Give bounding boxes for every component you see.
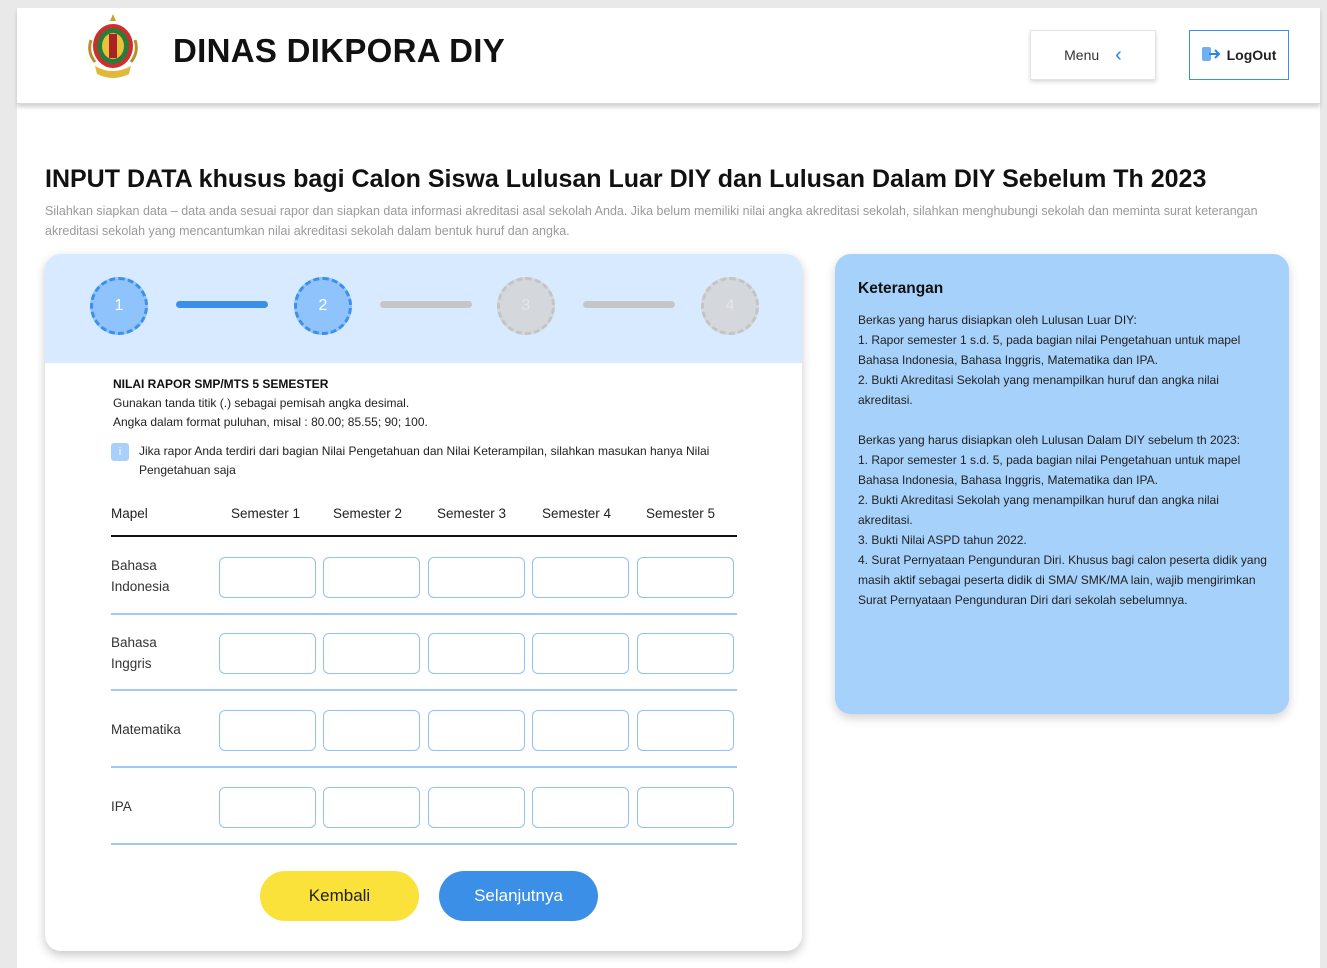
grade-input[interactable] xyxy=(219,710,316,751)
chevron-left-icon: ‹ xyxy=(1115,44,1122,66)
grade-input[interactable] xyxy=(428,633,525,674)
step-3-indicator: 3 xyxy=(497,277,555,335)
header-bar: DINAS DIKPORA DIY Menu ‹ LogOut xyxy=(17,8,1320,104)
keterangan-item: 2. Bukti Akreditasi Sekolah yang menampi… xyxy=(858,493,1219,527)
grade-input[interactable] xyxy=(323,633,420,674)
back-button[interactable]: Kembali xyxy=(260,871,419,921)
menu-label: Menu xyxy=(1064,47,1100,63)
table-row: Bahasa Inggris xyxy=(111,615,737,691)
grade-input[interactable] xyxy=(323,557,420,598)
column-header-semester-4: Semester 4 xyxy=(542,506,612,521)
grades-table-header: Mapel Semester 1 Semester 2 Semester 3 S… xyxy=(111,504,737,537)
grade-input[interactable] xyxy=(323,710,420,751)
step-1-indicator: 1 xyxy=(90,277,148,335)
keterangan-item: 1. Rapor semester 1 s.d. 5, pada bagian … xyxy=(858,333,1241,367)
keterangan-item: 3. Bukti Nilai ASPD tahun 2022. xyxy=(858,533,1027,547)
grade-input[interactable] xyxy=(637,557,734,598)
grade-input[interactable] xyxy=(428,557,525,598)
grade-input[interactable] xyxy=(428,787,525,828)
table-row: Bahasa Indonesia xyxy=(111,539,737,615)
mapel-label-line: Bahasa xyxy=(111,558,157,573)
column-header-semester-3: Semester 3 xyxy=(437,506,507,521)
mapel-label-line: Indonesia xyxy=(111,579,170,594)
step-connector-3 xyxy=(583,301,675,308)
info-note: i Jika rapor Anda terdiri dari bagian Ni… xyxy=(111,442,711,480)
grade-input[interactable] xyxy=(637,633,734,674)
grade-input[interactable] xyxy=(532,787,629,828)
grade-input[interactable] xyxy=(637,787,734,828)
step-4-indicator: 4 xyxy=(701,277,759,335)
grade-input[interactable] xyxy=(219,557,316,598)
table-row: Matematika xyxy=(111,692,737,768)
column-header-semester-5: Semester 5 xyxy=(646,506,716,521)
brand-title: DINAS DIKPORA DIY xyxy=(173,32,506,69)
mapel-label: Bahasa Indonesia xyxy=(111,555,211,597)
keterangan-title: Keterangan xyxy=(858,280,944,297)
mapel-label: IPA xyxy=(111,796,211,817)
mapel-label-line: IPA xyxy=(111,799,132,814)
grade-input[interactable] xyxy=(637,710,734,751)
logout-label: LogOut xyxy=(1226,47,1277,63)
grade-input[interactable] xyxy=(219,787,316,828)
keterangan-panel: Keterangan Berkas yang harus disiapkan o… xyxy=(835,254,1289,714)
grade-input[interactable] xyxy=(532,557,629,598)
step-connector-1 xyxy=(176,301,268,308)
column-header-semester-1: Semester 1 xyxy=(231,506,301,521)
mapel-label-line: Inggris xyxy=(111,656,152,671)
page: DINAS DIKPORA DIY Menu ‹ LogOut INPUT DA… xyxy=(17,8,1320,968)
form-hint-decimal: Gunakan tanda titik (.) sebagai pemisah … xyxy=(113,396,410,410)
dikpora-logo xyxy=(83,12,143,84)
grade-input[interactable] xyxy=(532,633,629,674)
grade-input[interactable] xyxy=(428,710,525,751)
grade-input[interactable] xyxy=(219,633,316,674)
menu-button[interactable]: Menu ‹ xyxy=(1030,30,1156,80)
grade-input[interactable] xyxy=(532,710,629,751)
keterangan-item: 4. Surat Pernyataan Pengunduran Diri. Kh… xyxy=(858,553,1267,607)
form-heading: NILAI RAPOR SMP/MTS 5 SEMESTER xyxy=(113,377,329,391)
step-2-indicator: 2 xyxy=(294,277,352,335)
mapel-label-line: Matematika xyxy=(111,722,181,737)
keterangan-item: 1. Rapor semester 1 s.d. 5, pada bagian … xyxy=(858,453,1241,487)
mapel-label-line: Bahasa xyxy=(111,635,157,650)
column-header-mapel: Mapel xyxy=(111,506,148,521)
next-button[interactable]: Selanjutnya xyxy=(439,871,598,921)
mapel-label: Bahasa Inggris xyxy=(111,632,211,674)
step-connector-2 xyxy=(380,301,472,308)
info-note-text: Jika rapor Anda terdiri dari bagian Nila… xyxy=(139,444,710,477)
form-hint-format: Angka dalam format puluhan, misal : 80.0… xyxy=(113,415,428,429)
form-instructions: NILAI RAPOR SMP/MTS 5 SEMESTER Gunakan t… xyxy=(113,375,428,432)
grade-input[interactable] xyxy=(323,787,420,828)
form-card: 1 2 3 4 NILAI RAPOR SMP/MTS 5 SEMESTER G… xyxy=(45,254,802,951)
page-title: INPUT DATA khusus bagi Calon Siswa Lulus… xyxy=(45,165,1207,193)
keterangan-body: Berkas yang harus disiapkan oleh Lulusan… xyxy=(858,310,1268,610)
keterangan-luar-intro: Berkas yang harus disiapkan oleh Lulusan… xyxy=(858,313,1137,327)
column-header-semester-2: Semester 2 xyxy=(333,506,403,521)
mapel-label: Matematika xyxy=(111,719,211,740)
table-row: IPA xyxy=(111,769,737,845)
logout-button[interactable]: LogOut xyxy=(1189,30,1289,80)
info-icon: i xyxy=(111,443,129,461)
logout-icon xyxy=(1201,46,1222,65)
stepper: 1 2 3 4 xyxy=(45,254,802,363)
keterangan-item: 2. Bukti Akreditasi Sekolah yang menampi… xyxy=(858,373,1219,407)
keterangan-dalam-intro: Berkas yang harus disiapkan oleh Lulusan… xyxy=(858,433,1241,447)
page-subtitle: Silahkan siapkan data – data anda sesuai… xyxy=(45,204,1258,238)
